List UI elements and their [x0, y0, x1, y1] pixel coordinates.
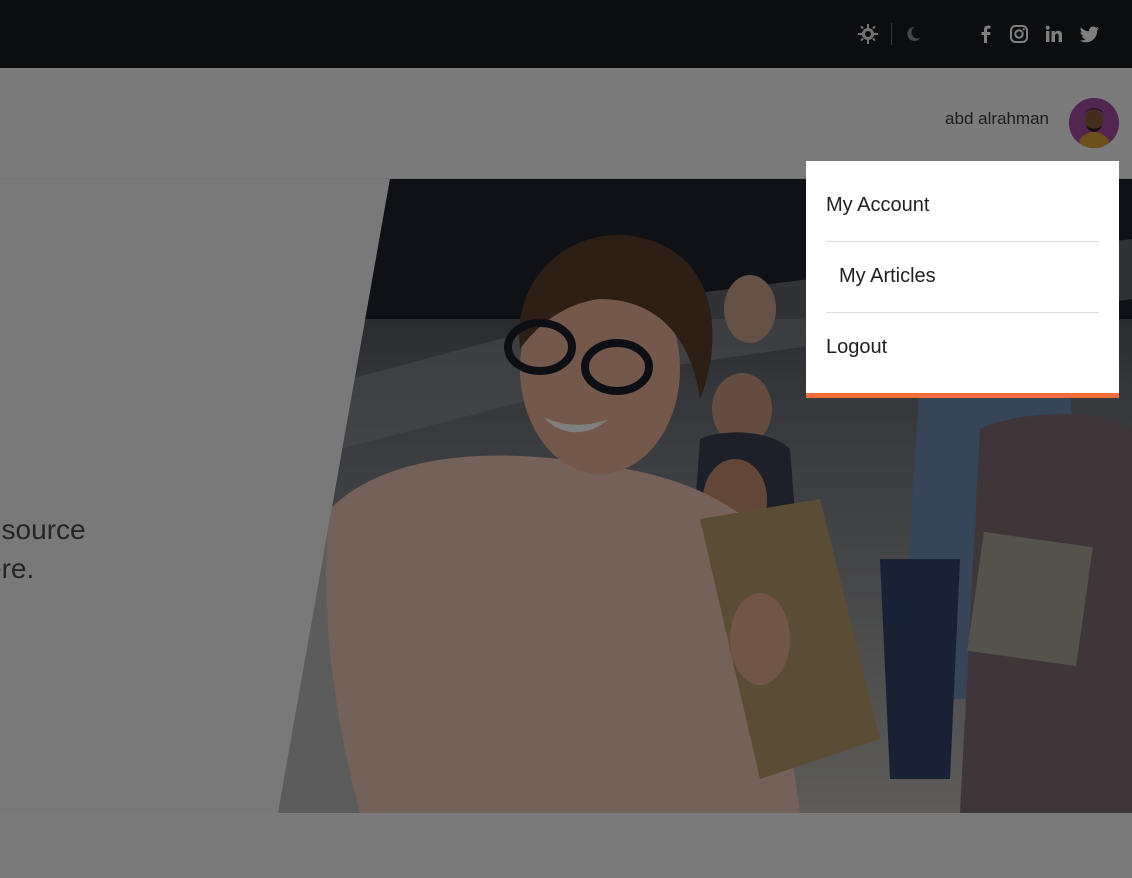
dim-overlay[interactable] — [0, 0, 1132, 878]
menu-item-logout[interactable]: Logout — [826, 336, 887, 359]
menu-item-my-account[interactable]: My Account — [826, 194, 929, 217]
user-dropdown-menu: My Account My Articles Logout — [806, 161, 1119, 398]
menu-item-my-articles[interactable]: My Articles — [839, 265, 936, 288]
menu-divider — [826, 312, 1099, 313]
menu-divider — [826, 241, 1099, 242]
